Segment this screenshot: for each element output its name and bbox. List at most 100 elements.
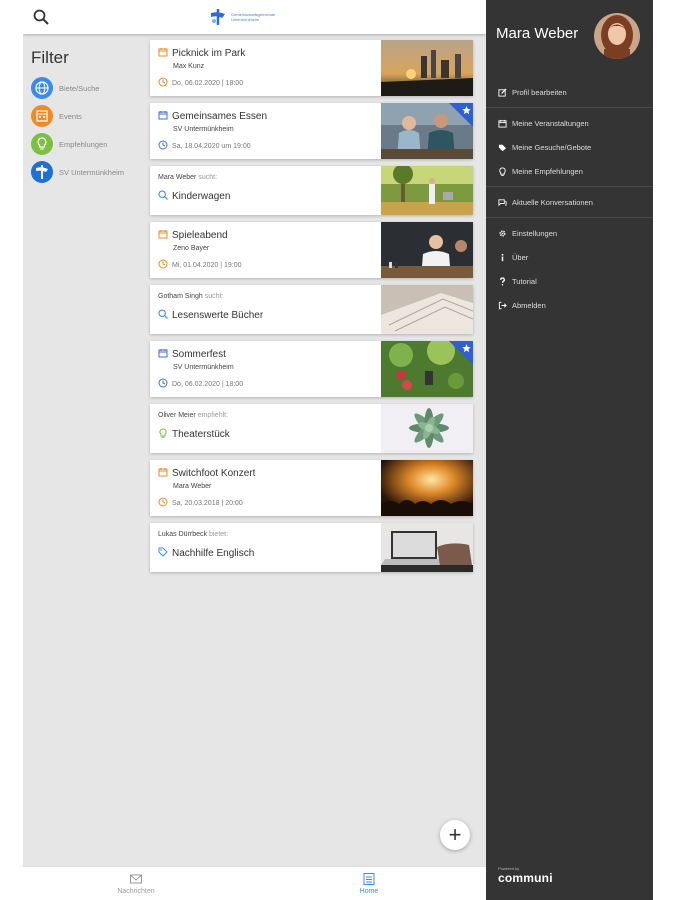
card-date: Do, 06.02.2020 | 18:00 [172,79,244,87]
menu-label: Meine Veranstaltungen [512,118,589,128]
filter-label: Biete/Suche [59,83,100,93]
menu-divider [486,186,653,187]
menu-label: Über [512,252,529,262]
filter-item-1[interactable]: Events [31,102,151,130]
filter-title: Filter [31,48,69,67]
post-verb: sucht: [198,174,218,181]
post-card[interactable]: Oliver Meier empfiehlt: Theaterstück [150,404,473,453]
club-icon [31,161,53,183]
card-date: Sa, 20.03.2018 | 20:00 [172,499,243,507]
event-card[interactable]: Spieleabend Zeno Bayer Mi, 01.04.2020 | 19… [150,222,473,278]
card-image [381,285,473,334]
tab-label: Nachrichten [117,888,155,895]
avatar[interactable] [594,13,640,59]
app-logo: Gemeinschaftsgemeinde Untermünkheim [209,8,301,26]
star-icon [449,103,473,127]
tab-label: Home [359,888,379,895]
filter-label: Events [59,111,82,121]
card-author: Mara Weber [173,483,212,490]
clock-icon [158,497,168,509]
post-title: Theaterstück [172,429,230,440]
post-title: Nachhilfe Englisch [172,548,255,559]
menu-item-2[interactable]: Meine Gesuche/Gebote [486,135,653,159]
card-author: Max Kunz [173,63,205,70]
post-author: Oliver Meier [158,412,196,419]
search-icon [158,309,168,322]
filter-panel: Filter Biete/Suche Events Empfehlungen SV U… [31,48,151,186]
bottom-nav: Nachrichten Home [23,866,486,900]
event-card[interactable]: Sommerfest SV Untermünkheim Do, 06.02.2020… [150,341,473,397]
filter-item-0[interactable]: Biete/Suche [31,74,151,102]
menu-label: Meine Gesuche/Gebote [512,142,592,152]
post-title: Kinderwagen [172,191,231,202]
post-verb: bietet: [208,531,229,538]
filter-item-3[interactable]: SV Untermünkheim [31,158,151,186]
home-icon [363,873,375,885]
post-verb: empfiehlt: [197,412,229,419]
menu-label: Abmelden [512,300,546,310]
calendar-icon [498,119,507,128]
bulb-icon [31,133,53,155]
chat-icon [498,198,507,207]
card-title: Switchfoot Konzert [172,468,256,479]
card-author: SV Untermünkheim [173,126,234,133]
tab-home[interactable]: Home [339,872,399,895]
star-icon [449,341,473,365]
event-card[interactable]: Gemeinsames Essen SV Untermünkheim Sa, 18.… [150,103,473,159]
add-button[interactable]: + [440,820,470,850]
event-card[interactable]: Picknick im Park Max Kunz Do, 06.02.2020 |… [150,40,473,96]
menu-item-3[interactable]: Meine Empfehlungen [486,159,653,183]
card-author: SV Untermünkheim [173,364,234,371]
search-icon [158,190,168,203]
event-card[interactable]: Switchfoot Konzert Mara Weber Sa, 20.03.20… [150,460,473,516]
post-author: Lukas Dürrbeck [158,531,208,538]
post-card[interactable]: Lukas Dürrbeck bietet: Nachhilfe Englisch [150,523,473,572]
info-icon [498,253,507,262]
card-image [381,166,473,215]
menu-item-0[interactable]: Profil bearbeiten [486,80,653,104]
menu-label: Tutorial [512,276,537,286]
gear-icon [498,229,507,238]
menu-item-4[interactable]: Aktuelle Konversationen [486,190,653,214]
menu-item-6[interactable]: Über [486,245,653,269]
search-icon[interactable] [33,9,49,25]
clock-icon [158,378,168,390]
post-card[interactable]: Mara Weber sucht: Kinderwagen [150,166,473,215]
question-icon [498,276,507,286]
calendar-icon [158,467,168,480]
tab-nachrichten[interactable]: Nachrichten [106,872,166,895]
menu-label: Einstellungen [512,228,558,238]
calendar-icon [158,110,168,123]
tags-icon [498,143,507,152]
menu-item-7[interactable]: Tutorial [486,269,653,293]
calendar-icon [158,348,168,361]
user-name: Mara Weber [496,25,579,42]
globe-icon [31,77,53,99]
card-image [381,222,473,278]
brand-name: communi [498,871,553,885]
logo-text: Gemeinschaftsgemeinde Untermünkheim [231,12,276,22]
post-card[interactable]: Gotham Singh sucht: Lesenswerte Bücher [150,285,473,334]
menu-item-5[interactable]: Einstellungen [486,221,653,245]
calendar-icon [31,105,53,127]
top-bar: Gemeinschaftsgemeinde Untermünkheim [23,0,486,34]
card-title: Sommerfest [172,349,226,360]
card-title: Spieleabend [172,230,228,241]
brand-logo: Powered by communi [498,866,553,885]
card-date: Sa, 18.04.2020 um 19:00 [172,142,251,150]
menu-item-1[interactable]: Meine Veranstaltungen [486,111,653,135]
menu-label: Profil bearbeiten [512,87,567,97]
filter-item-2[interactable]: Empfehlungen [31,130,151,158]
side-drawer: Mara Weber Profil bearbeiten Meine Verans… [486,0,653,900]
card-date: Mi, 01.04.2020 | 19:00 [172,261,242,269]
clock-icon [158,77,168,89]
card-image [381,460,473,516]
menu-item-8[interactable]: Abmelden [486,293,653,317]
filter-label: SV Untermünkheim [59,167,125,177]
card-author: Zeno Bayer [173,245,210,252]
bulb-icon [498,166,507,176]
post-author: Gotham Singh [158,293,203,300]
card-image [381,40,473,96]
edit-icon [498,87,507,97]
card-image [381,523,473,572]
